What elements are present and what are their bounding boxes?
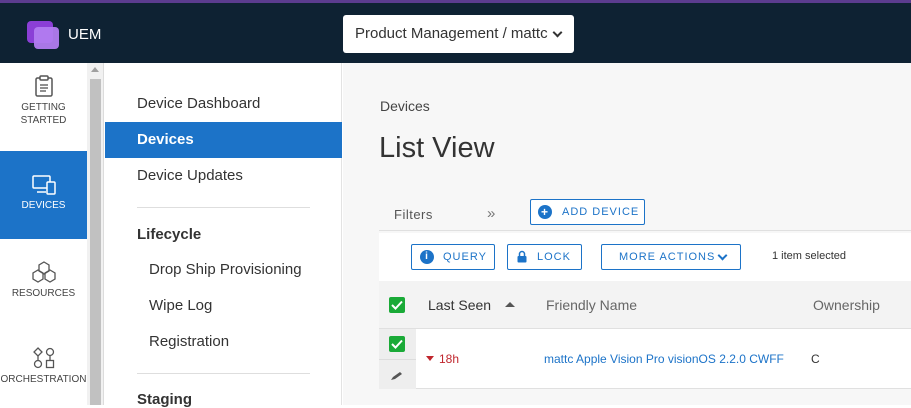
select-all-checkbox[interactable]	[389, 297, 405, 313]
chevron-down-icon	[552, 27, 563, 38]
expand-filters-icon[interactable]: »	[487, 205, 495, 222]
checkmark-icon	[391, 339, 403, 349]
lock-button[interactable]: LOCK	[507, 244, 582, 270]
filters-bar: Filters » + ADD DEVICE	[379, 195, 911, 231]
subnav-item-registration[interactable]: Registration	[105, 324, 342, 360]
column-header-last-seen[interactable]: Last Seen	[428, 297, 491, 313]
plus-circle-icon: +	[538, 205, 552, 219]
ownership-value: C	[811, 352, 820, 366]
nav-getting-started[interactable]: GETTING STARTED	[0, 75, 87, 151]
table-header: Last Seen Friendly Name Ownership	[379, 281, 911, 329]
info-icon: i	[420, 250, 434, 264]
lock-icon	[517, 250, 527, 263]
filters-label[interactable]: Filters	[394, 207, 433, 222]
secondary-nav: Device Dashboard Devices Device Updates …	[105, 63, 342, 408]
scroll-thumb[interactable]	[90, 79, 101, 405]
clipboard-icon	[34, 75, 53, 97]
more-actions-label: MORE ACTIONS	[619, 251, 716, 263]
subnav-item-drop-ship-provisioning[interactable]: Drop Ship Provisioning	[105, 252, 342, 288]
page-title: List View	[379, 132, 495, 164]
nav-label: RESOURCES	[11, 288, 76, 299]
selection-count: 1 item selected	[772, 250, 846, 262]
more-actions-button[interactable]: MORE ACTIONS	[601, 244, 741, 270]
scroll-up-arrow-icon[interactable]	[91, 67, 99, 72]
nav-label: DEVICES	[21, 200, 66, 211]
column-header-ownership[interactable]: Ownership	[813, 297, 880, 313]
subnav-item-device-updates[interactable]: Device Updates	[105, 158, 342, 194]
nav-orchestration[interactable]: ORCHESTRATION	[0, 327, 87, 405]
uem-logo-icon	[27, 21, 59, 49]
cubes-icon	[31, 261, 56, 283]
add-device-button[interactable]: + ADD DEVICE	[530, 199, 645, 225]
subnav-item-wipe-log[interactable]: Wipe Log	[105, 288, 342, 324]
main-content: Devices List View Filters » + ADD DEVICE…	[343, 63, 911, 405]
checkmark-icon	[391, 300, 403, 310]
nav-devices[interactable]: DEVICES	[0, 151, 87, 239]
actions-bar: i QUERY LOCK MORE ACTIONS 1 item selecte…	[379, 233, 911, 281]
org-group-selector[interactable]: Product Management / mattc	[343, 15, 574, 53]
status-down-arrow-icon	[426, 356, 434, 361]
nav-label: GETTING	[21, 102, 66, 113]
query-button[interactable]: i QUERY	[411, 244, 495, 270]
nav-resources[interactable]: RESOURCES	[0, 239, 87, 327]
devices-icon	[31, 175, 56, 195]
subnav-item-device-dashboard[interactable]: Device Dashboard	[105, 86, 342, 122]
add-device-label: ADD DEVICE	[562, 206, 640, 218]
friendly-name-link[interactable]: mattc Apple Vision Pro visionOS 2.2.0 CW…	[544, 352, 784, 366]
divider	[137, 373, 310, 374]
last-seen-value: 18h	[439, 352, 460, 366]
lock-label: LOCK	[537, 251, 571, 263]
column-header-friendly-name[interactable]: Friendly Name	[546, 297, 637, 313]
table-row: 18h mattc Apple Vision Pro visionOS 2.2.…	[379, 329, 911, 389]
primary-nav: GETTING STARTED DEVICES RESOURCES ORCHES…	[0, 63, 87, 405]
subnav-heading-staging: Staging	[137, 391, 192, 408]
divider	[137, 207, 310, 208]
subnav-heading-lifecycle: Lifecycle	[137, 226, 202, 243]
nav-label: ORCHESTRATION	[0, 374, 87, 385]
breadcrumb[interactable]: Devices	[380, 98, 430, 114]
app-name: UEM	[68, 26, 102, 43]
row-checkbox[interactable]	[389, 336, 405, 352]
top-bar: UEM Product Management / mattc	[0, 0, 911, 63]
query-label: QUERY	[443, 251, 487, 263]
row-controls	[379, 329, 416, 389]
nav-label: STARTED	[20, 115, 67, 126]
nav-scrollbar[interactable]	[87, 63, 104, 405]
workflow-icon	[32, 347, 54, 369]
edit-pencil-icon[interactable]	[390, 371, 404, 381]
chevron-down-icon	[717, 250, 728, 261]
sort-ascending-icon[interactable]	[505, 302, 515, 307]
subnav-item-devices[interactable]: Devices	[105, 122, 342, 158]
org-group-label: Product Management / mattc	[355, 25, 548, 42]
